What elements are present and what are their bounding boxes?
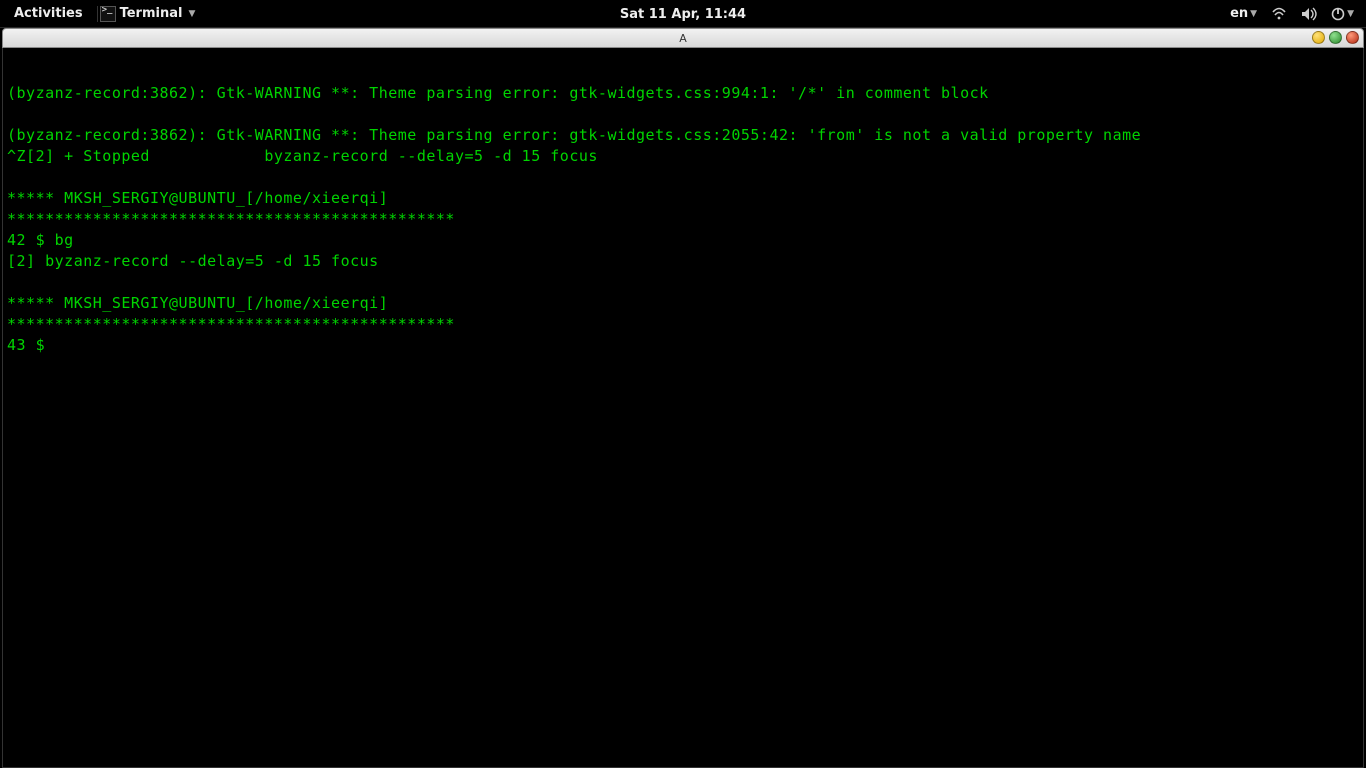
window-controls <box>1312 31 1359 44</box>
chevron-down-icon: ▼ <box>1250 9 1257 19</box>
panel-clock[interactable]: Sat 11 Apr, 11:44 <box>620 0 746 28</box>
power-icon[interactable]: ▼ <box>1331 7 1354 21</box>
app-menu-label: Terminal <box>120 6 183 21</box>
chevron-down-icon: ▼ <box>1347 9 1354 19</box>
window-close-button[interactable] <box>1346 31 1359 44</box>
window-minimize-button[interactable] <box>1312 31 1325 44</box>
gnome-top-panel: Activities Terminal ▼ Sat 11 Apr, 11:44 … <box>0 0 1366 28</box>
activities-button[interactable]: Activities <box>0 6 97 21</box>
window-title: A <box>679 32 687 45</box>
window-maximize-button[interactable] <box>1329 31 1342 44</box>
input-language-indicator[interactable]: en ▼ <box>1230 6 1257 21</box>
terminal-icon <box>100 6 116 22</box>
input-language-label: en <box>1230 6 1248 21</box>
network-wifi-icon[interactable] <box>1271 7 1287 21</box>
chevron-down-icon: ▼ <box>188 9 195 19</box>
terminal-output[interactable]: (byzanz-record:3862): Gtk-WARNING **: Th… <box>2 48 1364 768</box>
window-titlebar[interactable]: A <box>2 28 1364 48</box>
app-menu[interactable]: Terminal ▼ <box>97 6 204 22</box>
panel-status-area: en ▼ ▼ <box>1230 6 1366 21</box>
volume-icon[interactable] <box>1301 7 1317 21</box>
